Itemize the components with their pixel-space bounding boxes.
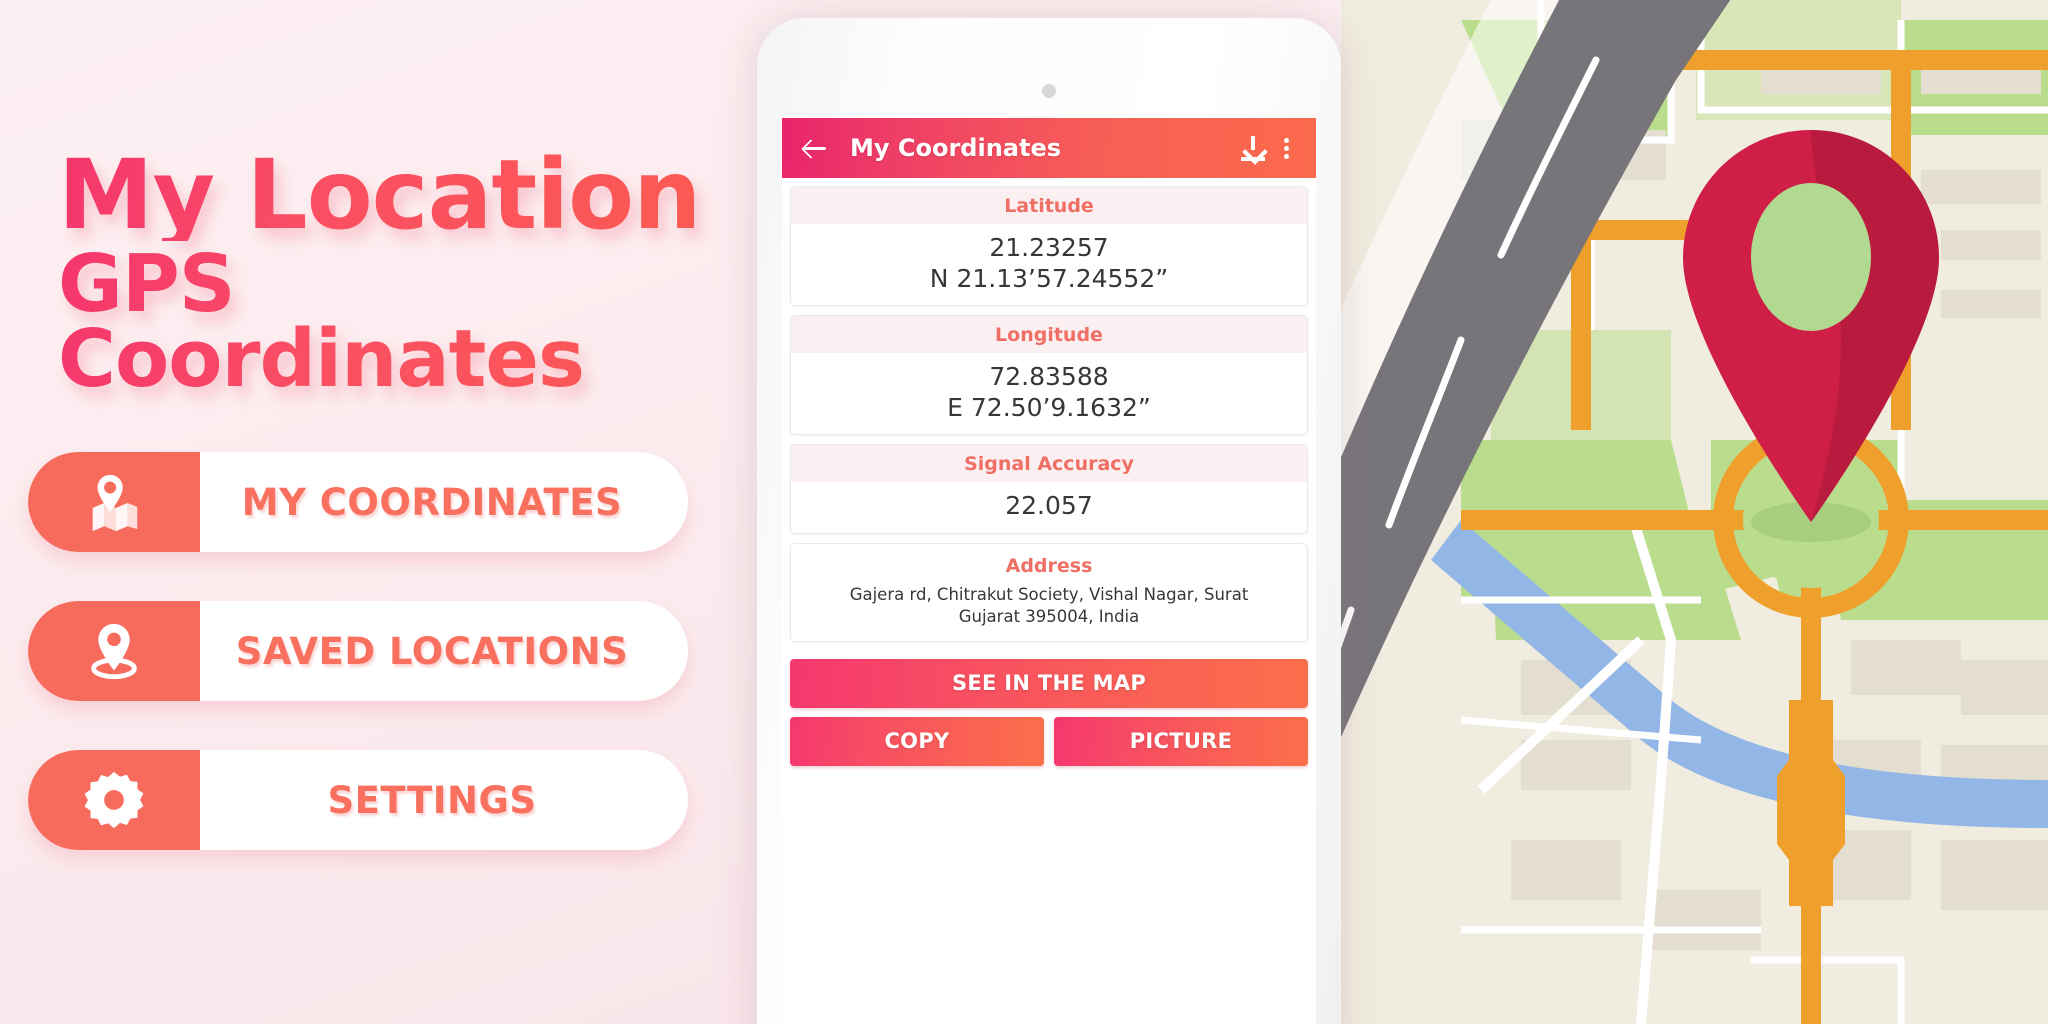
card-header: Latitude xyxy=(791,187,1307,224)
menu-button-settings[interactable]: SETTINGS xyxy=(28,750,688,850)
address-line-2: Gujarat 395004, India xyxy=(958,606,1140,626)
phone-screen: My Coordinates Latitude 21.23257 N 21.13… xyxy=(782,118,1316,1024)
longitude-dms: E 72.50’9.1632” xyxy=(947,392,1151,422)
phone-camera-dot xyxy=(1042,84,1056,98)
card-signal-accuracy: Signal Accuracy 22.057 xyxy=(790,444,1308,534)
menu-button-label: SETTINGS xyxy=(327,778,537,822)
coordinate-cards: Latitude 21.23257 N 21.13’57.24552” Long… xyxy=(782,178,1316,643)
menu-dot xyxy=(1284,138,1289,143)
menu-dot xyxy=(1284,146,1289,151)
card-value: 72.83588 E 72.50’9.1632” xyxy=(791,353,1307,434)
card-latitude: Latitude 21.23257 N 21.13’57.24552” xyxy=(790,186,1308,306)
download-icon-base xyxy=(1241,157,1265,161)
card-header: Signal Accuracy xyxy=(791,445,1307,482)
three-dot-menu-icon[interactable] xyxy=(1274,133,1300,163)
page-title: My Location xyxy=(58,147,758,243)
card-header: Address xyxy=(791,543,1307,579)
headline-block: My Location GPS Coordinates xyxy=(58,147,758,399)
map-pin-folded-icon xyxy=(28,452,200,552)
card-address: Address Gajera rd, Chitrakut Society, Vi… xyxy=(790,542,1308,643)
address-line-1: Gajera rd, Chitrakut Society, Vishal Nag… xyxy=(849,584,1249,604)
app-bar-title: My Coordinates xyxy=(850,134,1062,162)
card-header: Longitude xyxy=(791,316,1307,353)
latitude-decimal: 21.23257 xyxy=(989,233,1109,262)
signal-accuracy-value: 22.057 xyxy=(1005,491,1093,520)
download-icon[interactable] xyxy=(1238,133,1268,163)
latitude-dms: N 21.13’57.24552” xyxy=(929,263,1169,293)
menu-button-label: SAVED LOCATIONS xyxy=(235,629,629,673)
gear-icon xyxy=(28,750,200,850)
longitude-decimal: 72.83588 xyxy=(989,362,1109,391)
menu-button-my-coordinates[interactable]: MY COORDINATES xyxy=(28,452,688,552)
menu-button-saved-locations[interactable]: SAVED LOCATIONS xyxy=(28,601,688,701)
promo-banner: My Location GPS Coordinates MY COORDINAT… xyxy=(0,0,2048,1024)
page-subtitle: GPS Coordinates xyxy=(58,245,758,399)
arrow-left-icon[interactable] xyxy=(798,131,832,165)
card-value: Gajera rd, Chitrakut Society, Vishal Nag… xyxy=(791,579,1307,642)
menu-dot xyxy=(1284,154,1289,159)
pin-on-ground-icon xyxy=(28,601,200,701)
card-longitude: Longitude 72.83588 E 72.50’9.1632” xyxy=(790,315,1308,435)
left-promo-panel: My Location GPS Coordinates MY COORDINAT… xyxy=(0,0,760,1024)
action-buttons: SEE IN THE MAP COPY PICTURE xyxy=(782,651,1316,767)
picture-button[interactable]: PICTURE xyxy=(1054,717,1308,767)
card-value: 21.23257 N 21.13’57.24552” xyxy=(791,224,1307,305)
phone-mockup: My Coordinates Latitude 21.23257 N 21.13… xyxy=(757,18,1341,1024)
see-in-the-map-button[interactable]: SEE IN THE MAP xyxy=(790,659,1308,709)
app-bar: My Coordinates xyxy=(782,118,1316,178)
menu-button-label: MY COORDINATES xyxy=(241,480,623,524)
map-illustration xyxy=(1341,0,2048,1024)
copy-button[interactable]: COPY xyxy=(790,717,1044,767)
card-value: 22.057 xyxy=(791,482,1307,533)
secondary-action-row: COPY PICTURE xyxy=(790,717,1308,767)
